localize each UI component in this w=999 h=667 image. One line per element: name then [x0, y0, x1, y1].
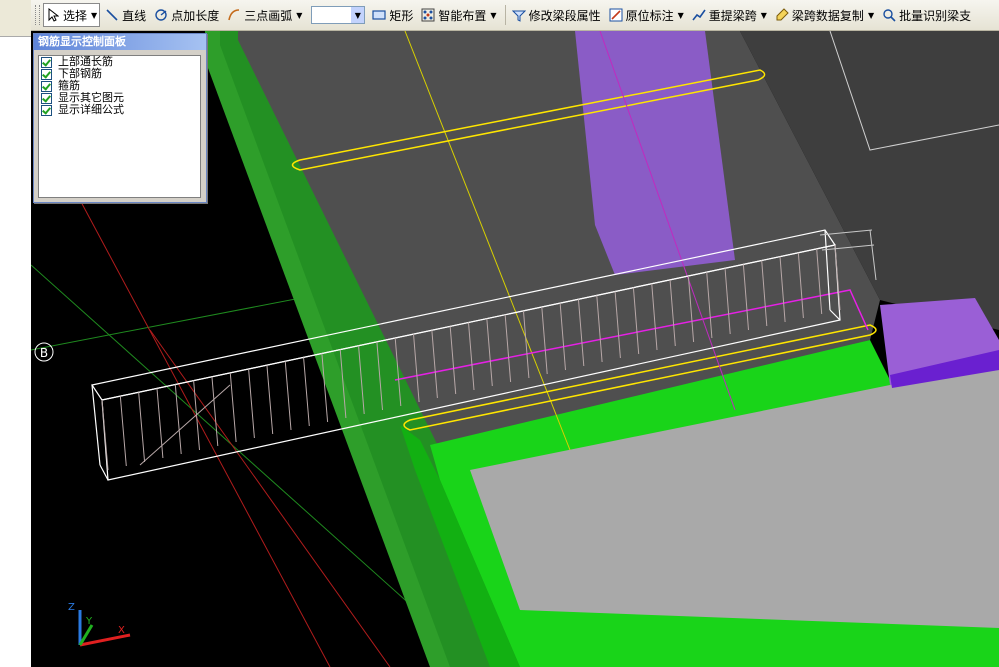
toolbar-grip[interactable]: [35, 5, 40, 25]
three-point-arc-button[interactable]: 三点画弧 ▼: [224, 4, 305, 26]
panel-list: 上部通长筋 下部钢筋 箍筋 显示其它图元 显示详细公式: [38, 55, 201, 198]
select-dropdown-icon[interactable]: ▼: [91, 11, 97, 20]
copy-span-dropdown-icon[interactable]: ▼: [868, 11, 874, 20]
line-button[interactable]: 直线: [102, 4, 149, 26]
checkbox-label: 显示详细公式: [58, 103, 124, 116]
arc-icon: [227, 8, 241, 22]
toolbar: 选择 ▼ 直线 点加长度 三点画弧 ▼ ▼ 矩形 智能布置 ▼ 修改梁段属性 原…: [31, 0, 999, 31]
annotation-pencil-icon: [609, 8, 623, 22]
checkbox-bottom-rebar[interactable]: [41, 68, 52, 80]
modify-beam-icon: [511, 8, 526, 22]
repick-span-label: 重提梁跨: [708, 8, 757, 23]
stirrup: [303, 357, 310, 427]
combo-chevron-down-icon[interactable]: ▼: [351, 7, 365, 23]
y-axis-label: Y: [85, 616, 93, 627]
x-axis-label: X: [118, 625, 125, 636]
point-length-label: 点加长度: [171, 8, 220, 23]
axis-marker-label: B: [40, 346, 48, 360]
stirrup: [101, 399, 109, 471]
stirrup: [248, 368, 255, 439]
stirrup: [284, 361, 292, 431]
modify-beam-label: 修改梁段属性: [528, 8, 601, 23]
arc-dropdown-icon[interactable]: ▼: [296, 11, 302, 20]
axis-triad: X Y Z: [68, 602, 131, 647]
line-label: 直线: [122, 8, 147, 23]
annotation-dropdown-icon[interactable]: ▼: [678, 11, 684, 20]
line-draw-icon: [105, 8, 119, 22]
modify-beam-button[interactable]: 修改梁段属性: [509, 4, 604, 26]
batch-identify-icon: [882, 8, 896, 22]
batch-identify-label: 批量识别梁支: [899, 8, 972, 23]
point-length-button[interactable]: 点加长度: [151, 4, 222, 26]
batch-identify-button[interactable]: 批量识别梁支: [879, 4, 974, 26]
z-axis-label: Z: [68, 602, 75, 613]
x-axis-arrow: [79, 633, 131, 647]
checkbox-stirrup[interactable]: [41, 80, 52, 92]
original-annotation-button[interactable]: 原位标注 ▼: [606, 4, 687, 26]
style-combo[interactable]: ▼: [311, 6, 366, 24]
panel-title[interactable]: 钢筋显示控制面板: [34, 34, 206, 50]
brush-copy-icon: [775, 8, 789, 22]
select-button[interactable]: 选择 ▼: [43, 3, 101, 27]
checkbox-row-detailed-formula[interactable]: 显示详细公式: [39, 104, 200, 116]
rectangle-icon: [372, 8, 386, 22]
select-label: 选择: [63, 8, 88, 23]
stirrup: [229, 372, 237, 443]
original-annotation-label: 原位标注: [625, 8, 674, 23]
smart-layout-button[interactable]: 智能布置 ▼: [418, 4, 499, 26]
cursor-arrow-icon: [46, 8, 60, 22]
left-window-strip: [0, 0, 32, 667]
checkbox-top-rebar[interactable]: [41, 56, 52, 68]
stirrup: [211, 376, 219, 447]
rect-label: 矩形: [389, 8, 414, 23]
repick-span-dropdown-icon[interactable]: ▼: [761, 11, 767, 20]
three-point-arc-label: 三点画弧: [244, 8, 293, 23]
stirrup: [174, 384, 182, 455]
left-tab-area: [0, 0, 31, 37]
stirrup: [119, 396, 127, 467]
copy-span-data-label: 梁跨数据复制: [791, 8, 864, 23]
copy-span-data-button[interactable]: 梁跨数据复制 ▼: [772, 4, 877, 26]
checkbox-other-elements[interactable]: [41, 92, 52, 104]
checkbox-detailed-formula[interactable]: [41, 104, 52, 116]
point-length-icon: [154, 8, 168, 22]
repick-span-icon: [692, 8, 706, 22]
rebar-display-control-panel[interactable]: 钢筋显示控制面板 上部通长筋 下部钢筋 箍筋 显示其它图元 显示详细公式: [33, 33, 207, 203]
smart-layout-icon: [421, 8, 435, 22]
smart-layout-label: 智能布置: [438, 8, 487, 23]
repick-span-button[interactable]: 重提梁跨 ▼: [689, 4, 770, 26]
toolbar-separator: [504, 5, 506, 25]
stirrup: [138, 392, 146, 463]
smart-layout-dropdown-icon[interactable]: ▼: [490, 11, 496, 20]
rect-button[interactable]: 矩形: [369, 4, 416, 26]
stirrup: [266, 365, 274, 435]
